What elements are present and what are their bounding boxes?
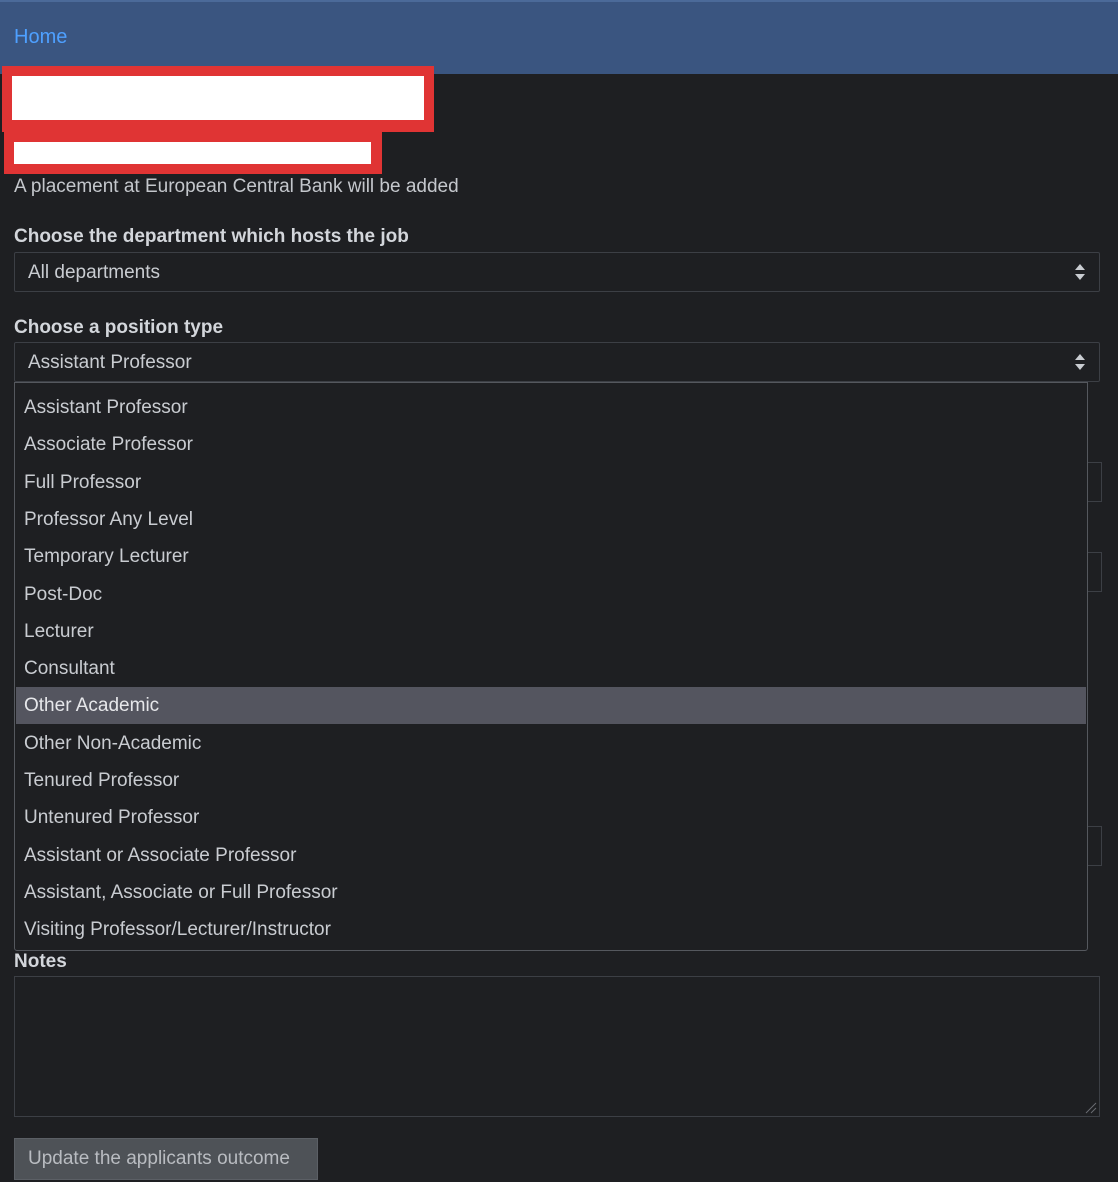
page: Home A placement at European Central Ban… — [0, 0, 1118, 1182]
dropdown-option[interactable]: Associate Professor — [16, 426, 1086, 463]
select-arrows-icon — [1075, 264, 1085, 280]
department-label: Choose the department which hosts the jo… — [14, 226, 409, 247]
dropdown-option[interactable]: Professor Any Level — [16, 501, 1086, 538]
dropdown-option[interactable]: Assistant or Associate Professor — [16, 837, 1086, 874]
notes-label: Notes — [14, 951, 67, 972]
department-select-value: All departments — [28, 262, 161, 283]
department-select[interactable]: All departments — [14, 252, 1100, 292]
position-type-dropdown-list[interactable]: Assistant Professor Associate Professor Fu… — [14, 382, 1088, 951]
dropdown-option[interactable]: Assistant, Associate or Full Professor — [16, 874, 1086, 911]
home-link[interactable]: Home — [14, 26, 67, 49]
position-type-select[interactable]: Assistant Professor — [14, 342, 1100, 382]
update-outcome-button[interactable]: Update the applicants outcome — [14, 1138, 318, 1180]
dropdown-option[interactable]: Visiting Professor/Lecturer/Instructor — [16, 911, 1086, 948]
position-type-label: Choose a position type — [14, 317, 224, 338]
dropdown-option[interactable]: Untenured Professor — [16, 799, 1086, 836]
dropdown-option[interactable]: Post-Doc — [16, 576, 1086, 613]
dropdown-option[interactable]: Other Academic — [16, 687, 1086, 725]
dropdown-option[interactable]: Assistant Professor — [16, 389, 1086, 426]
dropdown-option[interactable]: Tenured Professor — [16, 762, 1086, 799]
dropdown-option[interactable]: Other Non-Academic — [16, 725, 1086, 762]
select-arrows-icon — [1075, 354, 1085, 370]
dropdown-option[interactable]: Consultant — [16, 650, 1086, 687]
resize-grip-icon[interactable] — [1083, 1100, 1097, 1114]
hidden-field-edge — [1086, 826, 1102, 866]
position-type-select-value: Assistant Professor — [28, 352, 192, 373]
dropdown-option[interactable]: Lecturer — [16, 613, 1086, 650]
dropdown-option[interactable]: Temporary Lecturer — [16, 538, 1086, 575]
hidden-field-edge — [1086, 552, 1102, 592]
notes-textarea[interactable] — [14, 976, 1100, 1117]
hidden-field-edge — [1086, 462, 1102, 502]
dropdown-option[interactable]: Full Professor — [16, 464, 1086, 501]
top-navbar: Home — [0, 0, 1118, 74]
placement-info-text: A placement at European Central Bank wil… — [14, 176, 459, 197]
redacted-subtitle — [4, 130, 382, 174]
redacted-title — [2, 66, 434, 132]
